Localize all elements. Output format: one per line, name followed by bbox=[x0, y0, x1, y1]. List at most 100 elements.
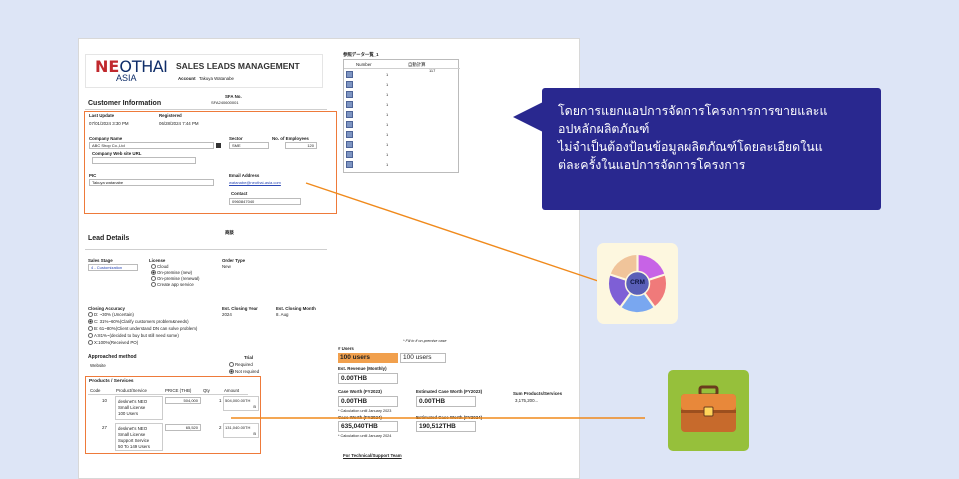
sales-stage-select[interactable]: 4 - Customization bbox=[88, 264, 138, 271]
license-option-create-app[interactable]: Create app service bbox=[151, 282, 194, 288]
products-col-price: PRICE (THB) bbox=[165, 388, 192, 393]
reference-col-auto: 自動計算 bbox=[408, 62, 426, 67]
window-icon[interactable] bbox=[346, 151, 353, 158]
email-label: Email Address bbox=[229, 173, 260, 178]
product-qty: 2 bbox=[219, 425, 222, 430]
website-label: Company Web site URL bbox=[92, 151, 142, 156]
callout-line: ไม่จำเป็นต้องป้อนข้อมูลผลิตภัณฑ์โดยละเอี… bbox=[558, 140, 823, 154]
window-icon[interactable] bbox=[346, 131, 353, 138]
sum-label: Sum Products/Services bbox=[513, 391, 563, 396]
window-icon[interactable] bbox=[346, 71, 353, 78]
radio-icon[interactable] bbox=[88, 312, 93, 318]
users-value-highlight[interactable]: 100 users bbox=[338, 353, 398, 363]
revenue-field[interactable]: 0.00THB bbox=[338, 373, 398, 384]
divider bbox=[344, 68, 460, 69]
callout-tail bbox=[513, 102, 543, 132]
closing-option-b[interactable]: B: 61~80%(Client understand DN can solve… bbox=[88, 326, 197, 332]
window-icon[interactable] bbox=[346, 141, 353, 148]
crm-label: CRM bbox=[630, 279, 645, 286]
closing-option-c[interactable]: C: 31%~60%(Clarify customers problem&nee… bbox=[88, 319, 189, 325]
approached-value: Website bbox=[90, 363, 106, 368]
header-box bbox=[85, 54, 323, 88]
product-code: 27 bbox=[102, 425, 107, 430]
radio-icon[interactable] bbox=[88, 333, 93, 339]
window-icon[interactable] bbox=[346, 81, 353, 88]
divider bbox=[88, 394, 248, 395]
radio-icon[interactable] bbox=[151, 264, 156, 270]
products-section-title: Products / Services bbox=[89, 379, 134, 384]
window-icon[interactable] bbox=[346, 161, 353, 168]
calc-note-2024: * Calculation until January 2024 bbox=[338, 434, 392, 438]
employees-field[interactable]: 120 bbox=[285, 142, 317, 149]
website-field[interactable] bbox=[92, 157, 196, 164]
case-worth-label: Case Worth (FY2023) bbox=[338, 389, 382, 394]
reference-col-number: Number bbox=[356, 62, 372, 67]
contact-label: Contact bbox=[231, 191, 248, 196]
closing-year-label: Est. Closing Year bbox=[222, 306, 258, 311]
employees-label: No. of Employees bbox=[272, 136, 309, 141]
reference-row: 1 bbox=[344, 120, 444, 130]
last-update-label: Last Update bbox=[89, 113, 115, 118]
product-amount-box[interactable]: 131,040.00TH B bbox=[223, 423, 259, 438]
email-value[interactable]: watanabe@neothai-asia.com bbox=[229, 180, 281, 185]
briefcase-icon bbox=[681, 385, 736, 432]
window-icon[interactable] bbox=[346, 91, 353, 98]
sector-field[interactable]: SME bbox=[229, 142, 269, 149]
case-worth-2024-field[interactable]: 635,040THB bbox=[338, 421, 398, 432]
callout-line: ต่ละครั้งในแอปการจัดการโครงการ bbox=[558, 158, 746, 172]
window-icon[interactable] bbox=[346, 111, 353, 118]
reference-row: 1 bbox=[344, 110, 444, 120]
reference-row: 1 bbox=[344, 100, 444, 110]
revenue-label: Est. Revenue (Monthly) bbox=[338, 366, 387, 371]
case-worth-field[interactable]: 0.00THB bbox=[338, 396, 398, 407]
radio-icon[interactable] bbox=[88, 340, 93, 346]
trial-option-not-required[interactable]: Not required bbox=[229, 369, 259, 375]
reference-table: Number 自動計算 117 1 1 1 1 1 1 1 1 1 1 bbox=[343, 59, 460, 173]
trial-option-required[interactable]: Required bbox=[229, 362, 253, 368]
closing-option-x[interactable]: X:100%(Received PO) bbox=[88, 340, 138, 346]
product-name-box[interactable]: desknet's NEO Small License 100 Users bbox=[115, 396, 163, 420]
radio-icon[interactable] bbox=[229, 362, 234, 368]
reference-row: 1 bbox=[344, 80, 444, 90]
est-case-worth-2024-field[interactable]: 190,512THB bbox=[416, 421, 476, 432]
onprem-note: * Fill in if on-premise case bbox=[403, 339, 447, 343]
license-option-onprem-new[interactable]: On-premise (new) bbox=[151, 270, 192, 276]
radio-selected-icon[interactable] bbox=[88, 319, 93, 325]
reference-row: 1 bbox=[344, 130, 444, 140]
pic-field[interactable]: Takuya watanabe bbox=[89, 179, 214, 186]
window-icon[interactable] bbox=[346, 101, 353, 108]
registered-label: Registered bbox=[159, 113, 182, 118]
est-case-worth-field[interactable]: 0.00THB bbox=[416, 396, 476, 407]
products-col-amount: Amount bbox=[224, 388, 240, 393]
users-value-field[interactable]: 100 users bbox=[400, 353, 446, 363]
radio-icon[interactable] bbox=[151, 282, 156, 288]
window-icon[interactable] bbox=[346, 121, 353, 128]
reference-row: 1 bbox=[344, 160, 444, 170]
closing-year-value: 2024 bbox=[222, 312, 232, 317]
product-price[interactable]: 504,000 bbox=[165, 397, 201, 404]
products-col-qty: Qty bbox=[203, 388, 210, 393]
sfa-label: SFA No. bbox=[225, 94, 242, 99]
sfa-value: SFA240600001 bbox=[211, 100, 239, 105]
closing-month-label: Est. Closing Month bbox=[276, 306, 316, 311]
contact-field[interactable]: 0960847040 bbox=[229, 198, 301, 205]
company-name-field[interactable]: ABC Shop Co.,Ltd bbox=[89, 142, 214, 149]
closing-option-d[interactable]: D: ~30% (Uncertain) bbox=[88, 312, 134, 318]
closing-month-value: 8. Aug bbox=[276, 312, 289, 317]
lead-mark: 商談 bbox=[225, 230, 234, 235]
product-amount-box[interactable]: 504,000.00TH B bbox=[223, 396, 259, 411]
radio-selected-icon[interactable] bbox=[229, 369, 234, 375]
radio-icon[interactable] bbox=[88, 326, 93, 332]
product-name-box[interactable]: desknet's NEO Small License Support Serv… bbox=[115, 423, 163, 451]
sum-value: 3,175,200... bbox=[515, 398, 539, 403]
calc-note-2023: * Calculation until January 2023 bbox=[338, 409, 392, 413]
license-option-cloud[interactable]: Cloud bbox=[151, 264, 168, 270]
closing-option-a[interactable]: A:81%~(decided to buy but still need som… bbox=[88, 333, 179, 339]
product-price[interactable]: 65,520 bbox=[165, 424, 201, 431]
registered-value: 06/28/2024 7:44 PM bbox=[159, 121, 199, 126]
radio-icon[interactable] bbox=[151, 276, 156, 282]
license-option-onprem-renewal[interactable]: On-premise (renewal) bbox=[151, 276, 199, 282]
lead-section-title: Lead Details bbox=[88, 235, 130, 242]
radio-selected-icon[interactable] bbox=[151, 270, 156, 276]
link-icon[interactable] bbox=[216, 143, 221, 148]
